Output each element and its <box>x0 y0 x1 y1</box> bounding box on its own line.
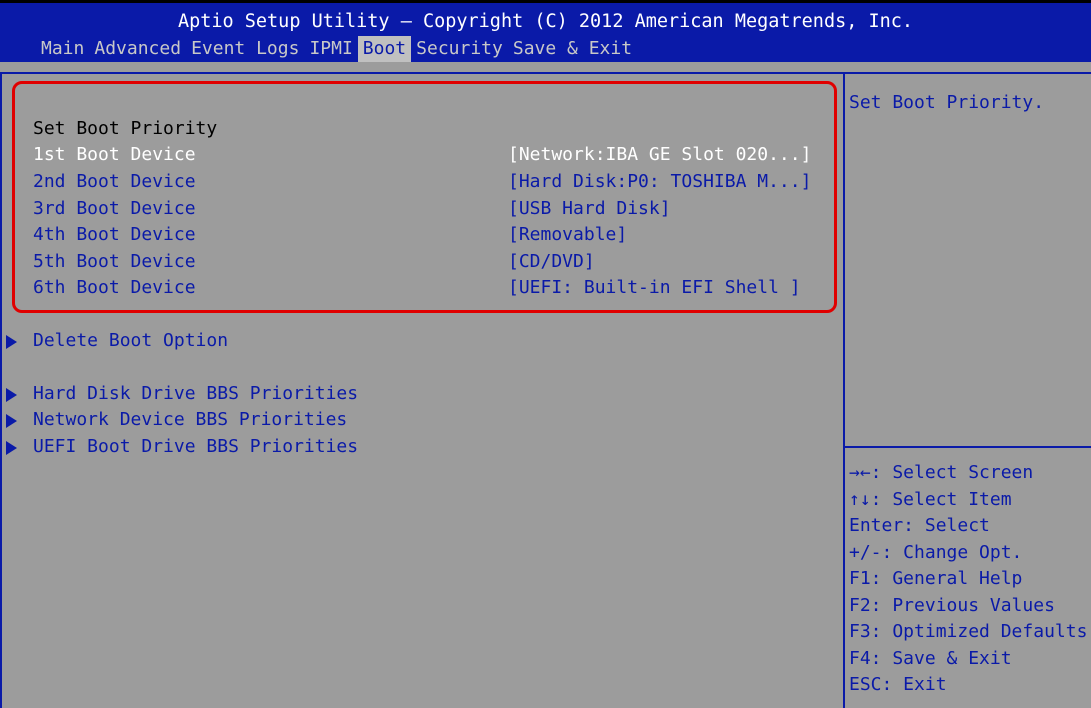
tab-advanced[interactable]: Advanced <box>89 36 186 62</box>
boot-device-2-value[interactable]: [Hard Disk:P0: TOSHIBA M...] <box>508 169 811 196</box>
tab-event-logs[interactable]: Event Logs <box>186 36 304 62</box>
boot-device-2-label[interactable]: 2nd Boot Device <box>33 169 196 196</box>
key-enter: Enter: Select <box>849 515 990 536</box>
boot-device-3-value[interactable]: [USB Hard Disk] <box>508 196 671 223</box>
boot-device-1-label[interactable]: 1st Boot Device <box>33 142 196 169</box>
submenu-hdd-bbs-priorities[interactable]: Hard Disk Drive BBS Priorities <box>33 381 358 408</box>
help-description: Set Boot Priority. <box>849 92 1045 113</box>
boot-device-3-label[interactable]: 3rd Boot Device <box>33 196 196 223</box>
tab-save-exit[interactable]: Save & Exit <box>508 36 637 62</box>
key-f3: F3: Optimized Defaults <box>849 621 1088 642</box>
key-select-item: ↑↓: Select Item <box>849 488 1012 510</box>
key-legend: →←: Select Screen ↑↓: Select Item Enter:… <box>849 460 1087 699</box>
top-border <box>0 0 1091 3</box>
submenu-arrow-icon <box>6 335 17 349</box>
submenu-arrow-icon <box>6 388 17 402</box>
tab-bar: Main Advanced Event Logs IPMI Boot Secur… <box>36 36 637 62</box>
boot-device-4-value[interactable]: [Removable] <box>508 222 627 249</box>
submenu-uefi-bbs-priorities[interactable]: UEFI Boot Drive BBS Priorities <box>33 434 358 461</box>
boot-device-1-value[interactable]: [Network:IBA GE Slot 020...] <box>508 142 811 169</box>
help-divider <box>845 446 1091 448</box>
boot-device-6-value[interactable]: [UEFI: Built-in EFI Shell ] <box>508 275 801 302</box>
submenu-arrow-icon <box>6 441 17 455</box>
boot-device-4-label[interactable]: 4th Boot Device <box>33 222 196 249</box>
key-f2: F2: Previous Values <box>849 594 1055 616</box>
key-change-opt: +/-: Change Opt. <box>849 541 1023 563</box>
key-f4: F4: Save & Exit <box>849 647 1012 669</box>
key-esc: ESC: Exit <box>849 674 947 695</box>
submenu-network-bbs-priorities[interactable]: Network Device BBS Priorities <box>33 407 347 434</box>
app-title: Aptio Setup Utility – Copyright (C) 2012… <box>177 11 914 32</box>
section-title: Set Boot Priority <box>33 118 218 139</box>
title-bar: Aptio Setup Utility – Copyright (C) 2012… <box>0 0 1091 62</box>
key-select-screen: →←: Select Screen <box>849 462 1034 483</box>
boot-device-5-value[interactable]: [CD/DVD] <box>508 249 595 276</box>
tab-security[interactable]: Security <box>411 36 508 62</box>
submenu-delete-boot-option[interactable]: Delete Boot Option <box>33 328 228 355</box>
boot-device-5-label[interactable]: 5th Boot Device <box>33 249 196 276</box>
tab-ipmi[interactable]: IPMI <box>304 36 357 62</box>
boot-device-6-label[interactable]: 6th Boot Device <box>33 275 196 302</box>
tab-main[interactable]: Main <box>36 36 89 62</box>
key-f1: F1: General Help <box>849 568 1023 589</box>
submenu-arrow-icon <box>6 414 17 428</box>
tab-boot[interactable]: Boot <box>357 36 412 62</box>
